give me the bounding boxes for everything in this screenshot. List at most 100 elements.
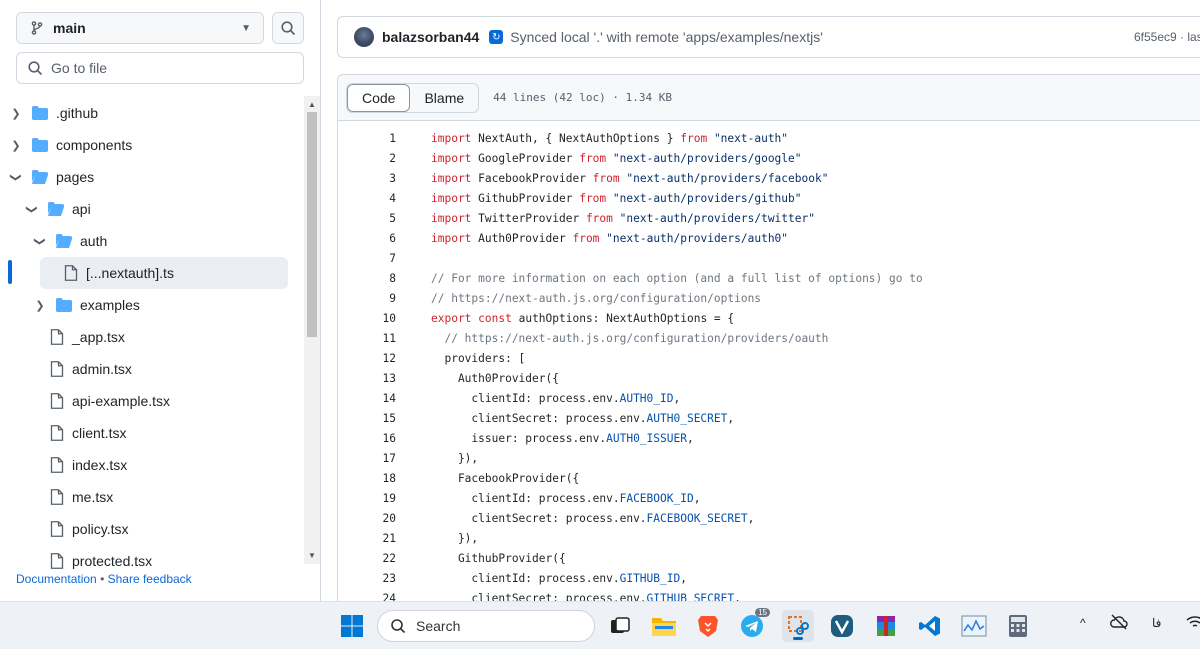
- tree-scrollbar[interactable]: ▲ ▼: [304, 96, 320, 564]
- share-feedback-link[interactable]: Share feedback: [108, 572, 192, 586]
- winrar-button[interactable]: [870, 610, 902, 642]
- line-number[interactable]: 5: [338, 209, 396, 229]
- start-button[interactable]: [336, 610, 368, 642]
- tree-item-examples[interactable]: ❯ examples: [32, 289, 288, 321]
- branch-selector-button[interactable]: main ▼: [16, 12, 264, 44]
- folder-open-icon: [32, 170, 48, 184]
- line-number[interactable]: 14: [338, 389, 396, 409]
- go-to-file-input[interactable]: Go to file: [16, 52, 304, 84]
- search-icon: [28, 61, 43, 76]
- tree-item-label: components: [56, 137, 133, 153]
- wifi-icon[interactable]: [1186, 614, 1200, 633]
- tree-item-pages[interactable]: ❯ pages: [8, 161, 288, 193]
- chevron-right-icon: ❯: [11, 139, 21, 152]
- file-explorer-button[interactable]: [648, 610, 680, 642]
- tab-code[interactable]: Code: [347, 83, 411, 112]
- line-code: issuer: process.env.AUTH0_ISSUER,: [431, 432, 694, 445]
- line-number[interactable]: 20: [338, 509, 396, 529]
- tree-item-admin-file[interactable]: admin.tsx: [40, 353, 288, 385]
- line-code: export const authOptions: NextAuthOption…: [431, 312, 735, 325]
- tree-item-app-file[interactable]: _app.tsx: [40, 321, 288, 353]
- vivaldi-button[interactable]: [826, 610, 858, 642]
- code-line: 18 FacebookProvider({: [338, 469, 1200, 489]
- tree-item-client-file[interactable]: client.tsx: [40, 417, 288, 449]
- line-number[interactable]: 18: [338, 469, 396, 489]
- tree-item-label: api: [72, 201, 91, 217]
- scroll-down-arrow-icon[interactable]: ▼: [308, 551, 316, 560]
- line-number[interactable]: 23: [338, 569, 396, 589]
- tree-item-label: policy.tsx: [72, 521, 129, 537]
- tree-item-label: api-example.tsx: [72, 393, 171, 409]
- tree-item-label: [...nextauth].ts: [86, 265, 174, 281]
- taskbar-search-box[interactable]: Search: [377, 610, 595, 642]
- code-line: 10 export const authOptions: NextAuthOpti…: [338, 309, 1200, 329]
- tree-item-api[interactable]: ❯ api: [24, 193, 288, 225]
- tree-item-policy-file[interactable]: policy.tsx: [40, 513, 288, 545]
- view-mode-toggle: Code Blame: [346, 82, 480, 113]
- scrollbar-thumb[interactable]: [307, 112, 317, 337]
- line-number[interactable]: 3: [338, 169, 396, 189]
- line-number[interactable]: 7: [338, 249, 396, 269]
- line-number[interactable]: 13: [338, 369, 396, 389]
- line-number[interactable]: 17: [338, 449, 396, 469]
- tree-item-label: client.tsx: [72, 425, 127, 441]
- snipping-tool-button[interactable]: [782, 610, 814, 642]
- commit-message-link[interactable]: Synced local '.' with remote 'apps/examp…: [510, 29, 823, 45]
- code-line: 15 clientSecret: process.env.AUTH0_SECRE…: [338, 409, 1200, 429]
- documentation-link[interactable]: Documentation: [16, 572, 97, 586]
- code-line: 6 import Auth0Provider from "next-auth/pr…: [338, 229, 1200, 249]
- line-number[interactable]: 19: [338, 489, 396, 509]
- tree-item-api-example-file[interactable]: api-example.tsx: [40, 385, 288, 417]
- tree-item-nextauth-file[interactable]: [...nextauth].ts: [40, 257, 288, 289]
- line-code: import GithubProvider from "next-auth/pr…: [431, 192, 802, 205]
- code-line: 3 import FacebookProvider from "next-auth…: [338, 169, 1200, 189]
- line-number[interactable]: 4: [338, 189, 396, 209]
- tree-item-protected-file[interactable]: protected.tsx: [40, 545, 288, 570]
- line-number[interactable]: 9: [338, 289, 396, 309]
- telegram-button[interactable]: 15: [736, 608, 770, 642]
- line-code: import TwitterProvider from "next-auth/p…: [431, 212, 815, 225]
- folder-icon: [32, 106, 48, 120]
- search-files-button[interactable]: [272, 12, 304, 44]
- vscode-button[interactable]: [914, 610, 946, 642]
- task-view-button[interactable]: [604, 610, 636, 642]
- calculator-button[interactable]: [1002, 610, 1034, 642]
- line-number[interactable]: 15: [338, 409, 396, 429]
- commit-author-link[interactable]: balazsorban44: [382, 29, 479, 45]
- resource-monitor-button[interactable]: [958, 610, 990, 642]
- tree-item-index-file[interactable]: index.tsx: [40, 449, 288, 481]
- line-number[interactable]: 22: [338, 549, 396, 569]
- brave-browser-button[interactable]: [692, 610, 724, 642]
- line-code: }),: [431, 532, 479, 545]
- line-code: GithubProvider({: [431, 552, 566, 565]
- line-number[interactable]: 6: [338, 229, 396, 249]
- tree-item-auth[interactable]: ❯ auth: [32, 225, 288, 257]
- cloud-offline-icon[interactable]: [1110, 614, 1128, 633]
- line-number[interactable]: 12: [338, 349, 396, 369]
- scroll-up-arrow-icon[interactable]: ▲: [308, 100, 316, 109]
- chevron-up-icon[interactable]: ^: [1080, 616, 1086, 630]
- commit-hash[interactable]: 6f55ec9 · last: [1134, 30, 1200, 44]
- line-number[interactable]: 2: [338, 149, 396, 169]
- language-indicator[interactable]: فا: [1152, 616, 1161, 630]
- avatar[interactable]: [354, 27, 374, 47]
- line-number[interactable]: 1: [338, 129, 396, 149]
- line-number[interactable]: 10: [338, 309, 396, 329]
- line-number[interactable]: 11: [338, 329, 396, 349]
- line-code: import NextAuth, { NextAuthOptions } fro…: [431, 132, 789, 145]
- tree-item-components[interactable]: ❯ components: [8, 129, 288, 161]
- tree-item-me-file[interactable]: me.tsx: [40, 481, 288, 513]
- folder-open-icon: [56, 234, 72, 248]
- line-code: import FacebookProvider from "next-auth/…: [431, 172, 829, 185]
- line-number[interactable]: 8: [338, 269, 396, 289]
- tab-blame[interactable]: Blame: [410, 84, 478, 112]
- tree-item-label: .github: [56, 105, 99, 121]
- tree-item-github[interactable]: ❯ .github: [8, 97, 288, 129]
- line-number[interactable]: 16: [338, 429, 396, 449]
- file-tree: ❯ .github ❯ components ❯ pages ❯ api ❯ a…: [0, 96, 304, 570]
- file-icon: [50, 425, 64, 441]
- footer-separator: •: [100, 572, 105, 586]
- line-code: clientId: process.env.GITHUB_ID,: [431, 572, 687, 585]
- line-number[interactable]: 21: [338, 529, 396, 549]
- code-line: 20 clientSecret: process.env.FACEBOOK_SE…: [338, 509, 1200, 529]
